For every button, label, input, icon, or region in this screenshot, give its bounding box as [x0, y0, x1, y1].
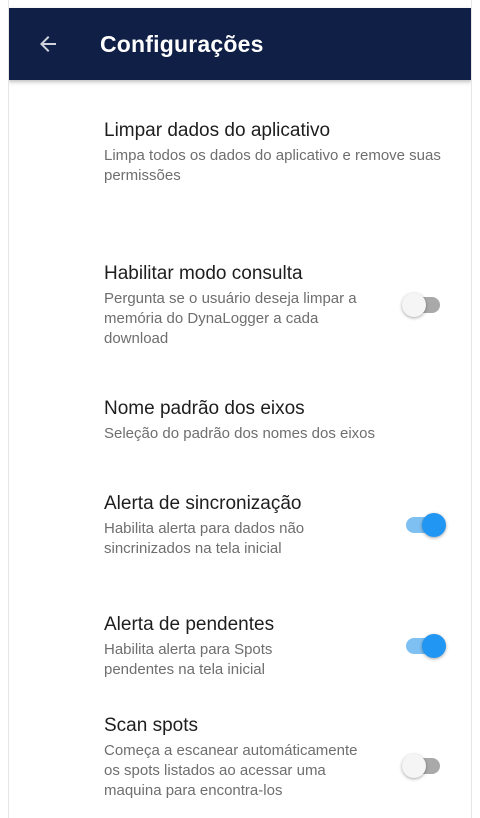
setting-subtitle: Habilita alerta para Spots pendentes na … [104, 640, 273, 678]
setting-text: Habilitar modo consulta Pergunta se o us… [104, 262, 388, 349]
setting-subtitle: Pergunta se o usuário deseja limpar a me… [104, 289, 357, 347]
setting-scan-spots[interactable]: Scan spots Começa a escanear automáticam… [8, 702, 472, 818]
toggle-thumb [402, 754, 426, 778]
setting-title: Nome padrão dos eixos [104, 397, 305, 419]
setting-clear-data[interactable]: Limpar dados do aplicativo Limpa todos o… [8, 80, 472, 230]
toggle-thumb [422, 513, 446, 537]
back-button[interactable] [20, 16, 76, 72]
left-edge [0, 0, 9, 818]
setting-title: Limpar dados do aplicativo [104, 119, 331, 141]
scan-spots-toggle[interactable] [400, 748, 448, 784]
consult-mode-toggle[interactable] [400, 287, 448, 323]
setting-pending-alert[interactable]: Alerta de pendentes Habilita alerta para… [8, 590, 472, 702]
setting-consult-mode[interactable]: Habilitar modo consulta Pergunta se o us… [8, 230, 472, 380]
setting-title: Alerta de sincronização [104, 492, 302, 514]
setting-sync-alert[interactable]: Alerta de sincronização Habilita alerta … [8, 460, 472, 590]
settings-list: Limpar dados do aplicativo Limpa todos o… [8, 80, 472, 818]
pending-alert-toggle[interactable] [400, 628, 448, 664]
right-edge [471, 0, 480, 818]
setting-title: Scan spots [104, 715, 198, 736]
settings-screen: Configurações Limpar dados do aplicativo… [0, 0, 480, 818]
setting-text: Alerta de sincronização Habilita alerta … [104, 492, 388, 559]
setting-title: Alerta de pendentes [104, 613, 275, 635]
toggle-thumb [402, 293, 426, 317]
sync-alert-toggle[interactable] [400, 507, 448, 543]
setting-subtitle: Habilita alerta para dados não sincriniz… [104, 519, 305, 557]
app-bar: Configurações [8, 8, 472, 80]
setting-text: Nome padrão dos eixos Seleção do padrão … [104, 397, 448, 444]
setting-subtitle: Seleção do padrão dos nomes dos eixos [104, 424, 376, 442]
setting-text: Alerta de pendentes Habilita alerta para… [104, 613, 388, 680]
arrow-left-icon [40, 36, 56, 52]
setting-subtitle: Começa a escanear automáticamente os spo… [104, 742, 358, 799]
setting-text: Scan spots Começa a escanear automáticam… [104, 714, 388, 801]
setting-text: Limpar dados do aplicativo Limpa todos o… [104, 119, 448, 186]
setting-axis-names[interactable]: Nome padrão dos eixos Seleção do padrão … [8, 380, 472, 460]
setting-subtitle: Limpa todos os dados do aplicativo e rem… [104, 146, 441, 184]
toggle-thumb [422, 634, 446, 658]
setting-title: Habilitar modo consulta [104, 262, 303, 284]
page-title: Configurações [100, 30, 264, 57]
